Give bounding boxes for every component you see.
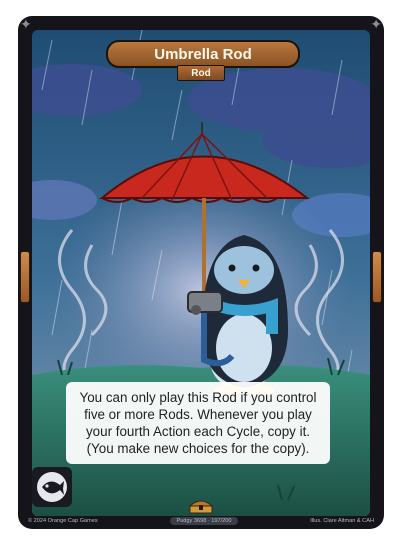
treasure-chest-icon xyxy=(188,498,214,514)
rules-line: (You make new choices for the copy). xyxy=(86,441,310,456)
rules-line: your fourth Action each Cycle, copy it. xyxy=(85,424,311,439)
copyright-text: © 2024 Orange Cap Games xyxy=(28,518,98,524)
white-fish-icon xyxy=(32,467,72,507)
card[interactable]: ✦ ✦ Umbrella Rod Rod You can only play t… xyxy=(18,16,384,529)
corner-ornament-icon: ✦ xyxy=(370,17,382,33)
rules-line: five or more Rods. Whenever you play xyxy=(84,407,312,422)
card-title: Umbrella Rod xyxy=(106,40,300,68)
side-tab-left xyxy=(20,251,30,303)
illustrator-credit: Illus. Clare Altman & CAH xyxy=(310,518,374,524)
corner-ornament-icon: ✦ xyxy=(20,17,32,33)
card-type: Rod xyxy=(177,65,225,81)
rules-text-box: You can only play this Rod if you contro… xyxy=(66,382,330,464)
card-footer: © 2024 Orange Cap Games Pudgy 3698 · 197… xyxy=(28,515,374,527)
set-info: Pudgy 3698 · 197/200 xyxy=(170,517,238,525)
rules-line: You can only play this Rod if you contro… xyxy=(79,390,317,405)
side-tab-right xyxy=(372,251,382,303)
